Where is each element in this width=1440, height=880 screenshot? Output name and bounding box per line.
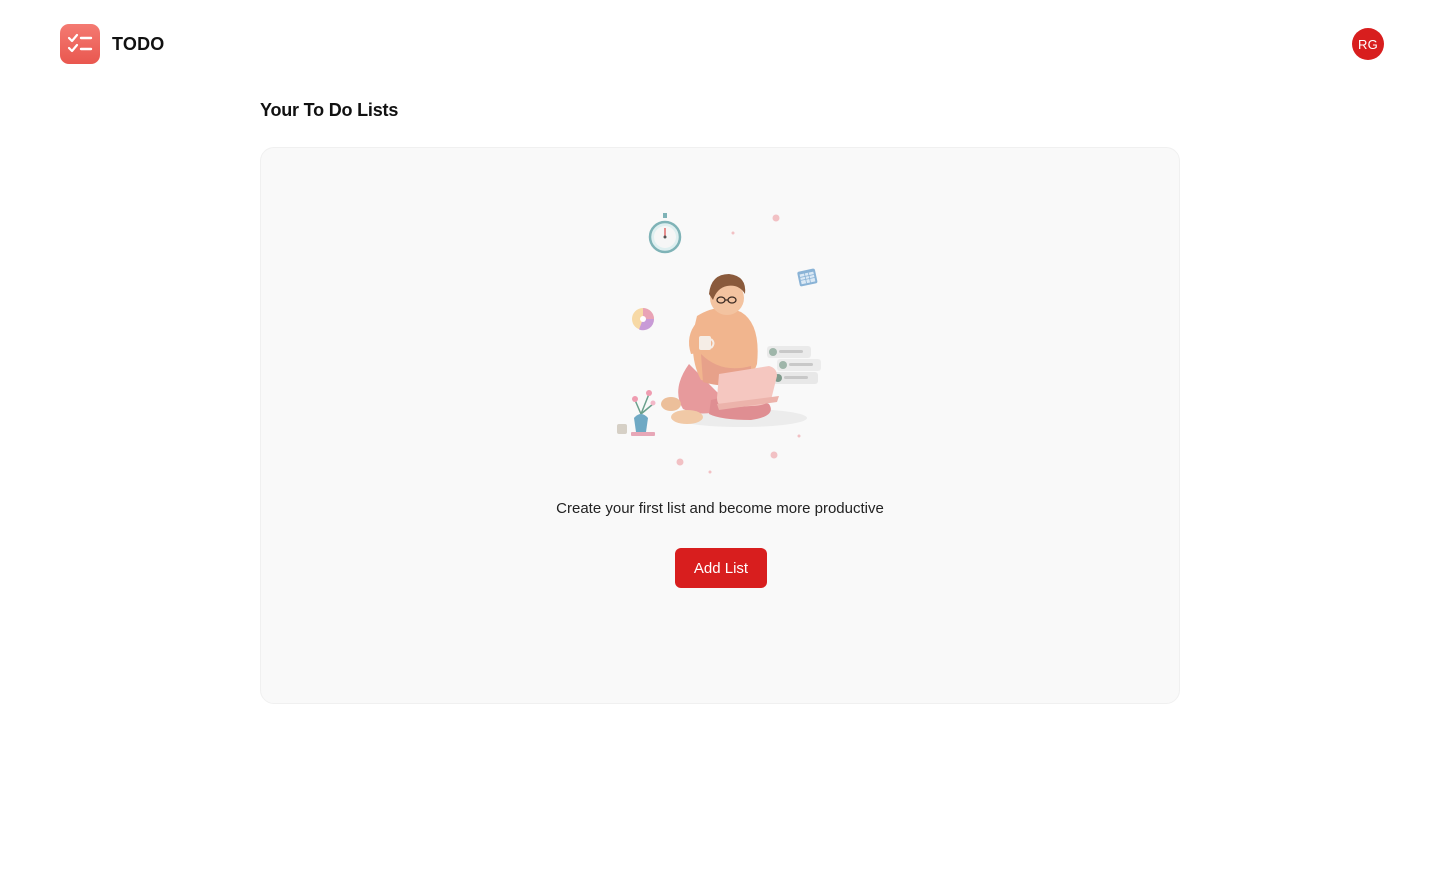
- checklist-icon: [60, 24, 100, 64]
- empty-state-message: Create your first list and become more p…: [556, 500, 884, 517]
- page-title: Your To Do Lists: [260, 100, 399, 120]
- app-header: TODO RG: [0, 0, 1440, 88]
- app-name: TODO: [112, 33, 165, 54]
- add-list-button[interactable]: Add List: [675, 548, 767, 588]
- person-with-laptop-illustration: [601, 204, 841, 484]
- pie-chart-icon: [632, 308, 655, 331]
- user-avatar[interactable]: RG: [1352, 28, 1384, 60]
- lists-panel: Create your first list and become more p…: [260, 147, 1180, 704]
- calendar-icon: [797, 268, 818, 287]
- stopwatch-icon: [648, 213, 682, 254]
- app-logo[interactable]: TODO: [60, 24, 164, 64]
- flower-vase-icon: [617, 390, 656, 436]
